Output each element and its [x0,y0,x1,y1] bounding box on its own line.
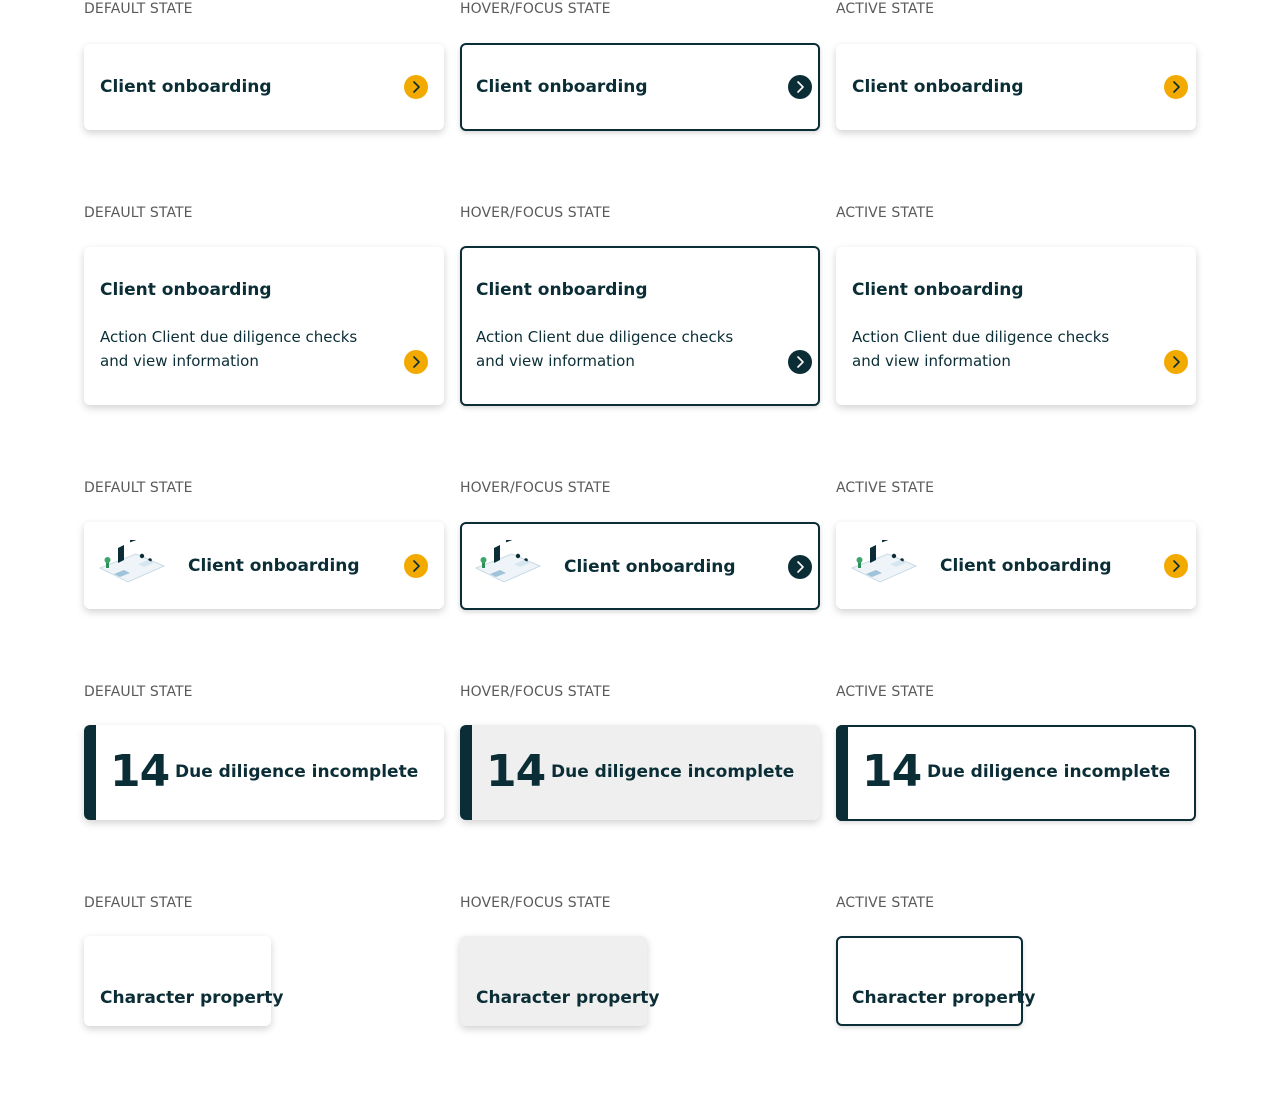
tile-label: Character property [100,988,284,1008]
onboarding-desc-card-hover[interactable]: Client onboarding Action Client due dili… [460,246,820,406]
chevron-right-icon [788,555,812,579]
onboarding-illus-card-active[interactable]: Client onboarding [836,522,1196,609]
card-title: Client onboarding [852,77,1024,97]
card-title: Client onboarding [476,77,648,97]
chevron-right-icon [404,350,428,374]
stat-accent-bar [84,725,96,820]
property-tile-default[interactable]: Character property [84,936,283,1026]
onboarding-illus-card-hover[interactable]: Client onboarding [460,522,820,610]
card-description: Action Client due diligence checks and v… [852,328,1110,370]
tile-label: Character property [476,988,660,1008]
chevron-right-icon [404,554,428,578]
card-title: Client onboarding [100,280,272,300]
state-label-hover: HOVER/FOCUS STATE [460,684,611,700]
stat-accent-bar [460,725,472,820]
state-label-default: DEFAULT STATE [84,480,193,496]
desk-illustration [474,540,542,583]
onboarding-illus-card-default[interactable]: Client onboarding [84,522,444,609]
card-description: Action Client due diligence checks and v… [100,328,358,370]
state-label-active: ACTIVE STATE [836,895,935,911]
chevron-right-icon [788,75,812,99]
state-label-active: ACTIVE STATE [836,1,935,17]
onboarding-desc-card-active[interactable]: Client onboarding Action Client due dili… [836,247,1196,405]
onboarding-card-hover[interactable]: Client onboarding [460,43,820,131]
chevron-right-icon [1164,350,1188,374]
state-label-hover: HOVER/FOCUS STATE [460,895,611,911]
property-tile-active[interactable]: Character property [836,936,1035,1026]
stat-label: Due diligence incomplete [927,762,1171,782]
onboarding-desc-card-default[interactable]: Client onboarding Action Client due dili… [84,247,444,405]
stat-card-default[interactable]: 14 Due diligence incomplete [84,725,444,820]
card-title: Client onboarding [188,556,360,576]
stat-number: 14 [486,746,546,797]
card-title: Client onboarding [852,280,1024,300]
stat-card-active[interactable]: 14 Due diligence incomplete [836,725,1196,821]
property-tile-hover[interactable]: Character property [460,936,659,1026]
card-title: Client onboarding [564,557,736,577]
stat-number: 14 [862,746,922,797]
card-description: Action Client due diligence checks and v… [476,328,734,370]
state-label-hover: HOVER/FOCUS STATE [460,1,611,17]
state-label-active: ACTIVE STATE [836,684,935,700]
tile-label: Character property [852,988,1036,1008]
onboarding-card-active[interactable]: Client onboarding [836,44,1196,130]
card-title: Client onboarding [940,556,1112,576]
stat-accent-bar [836,725,848,821]
chevron-right-icon [1164,75,1188,99]
state-label-active: ACTIVE STATE [836,205,935,221]
state-label-active: ACTIVE STATE [836,480,935,496]
onboarding-card-default[interactable]: Client onboarding [84,44,444,130]
state-label-hover: HOVER/FOCUS STATE [460,205,611,221]
desk-illustration [850,540,918,583]
state-label-default: DEFAULT STATE [84,205,193,221]
card-title: Client onboarding [476,280,648,300]
state-label-default: DEFAULT STATE [84,895,193,911]
state-label-default: DEFAULT STATE [84,684,193,700]
chevron-right-icon [788,350,812,374]
stat-label: Due diligence incomplete [551,762,795,782]
state-label-hover: HOVER/FOCUS STATE [460,480,611,496]
chevron-right-icon [404,75,428,99]
state-label-default: DEFAULT STATE [84,1,193,17]
stat-card-hover[interactable]: 14 Due diligence incomplete [460,725,820,820]
chevron-right-icon [1164,554,1188,578]
desk-illustration [98,540,166,583]
stat-number: 14 [110,746,170,797]
stat-label: Due diligence incomplete [175,762,419,782]
card-title: Client onboarding [100,77,272,97]
